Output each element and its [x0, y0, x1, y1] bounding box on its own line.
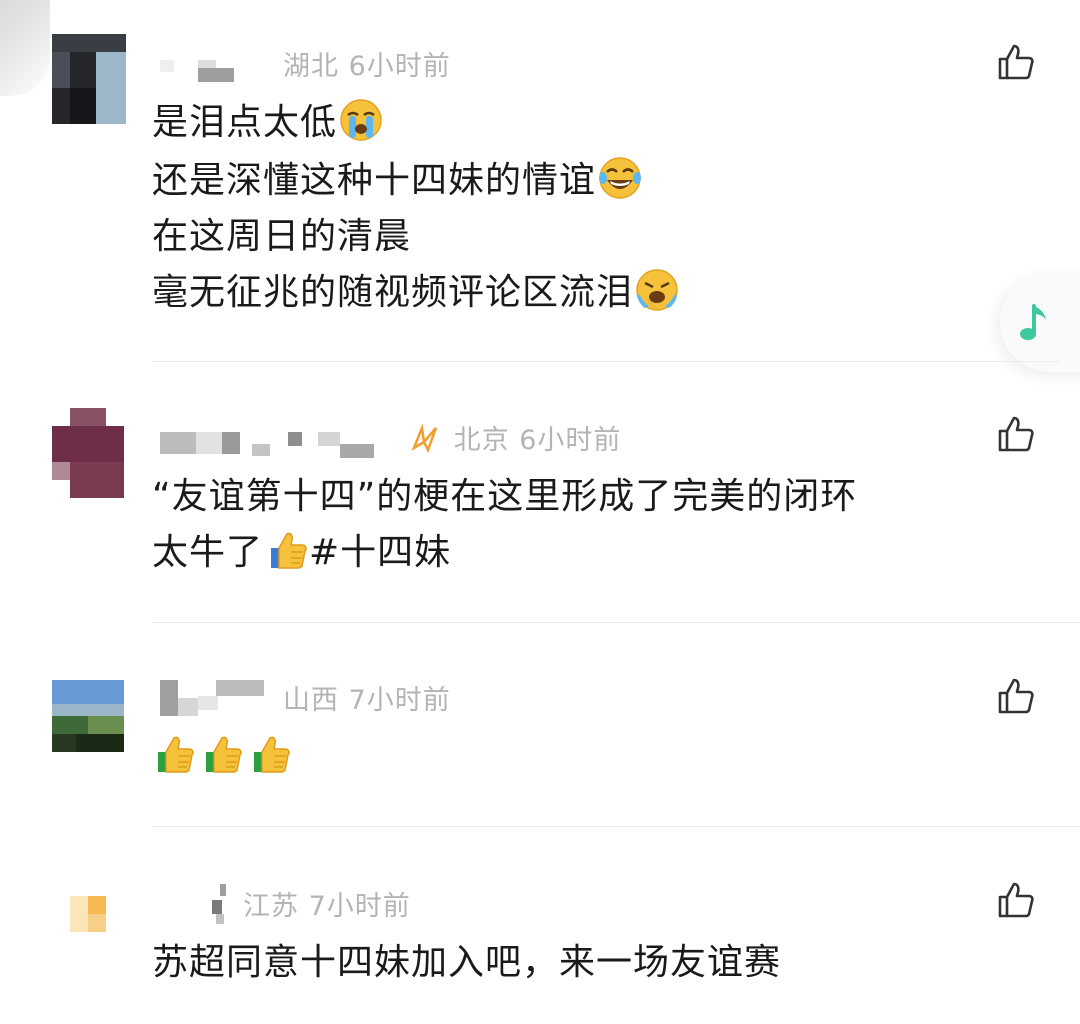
like-icon[interactable] — [996, 42, 1036, 82]
thumbs-up-emoji-icon — [206, 736, 242, 773]
comment-text-line: 毫无征兆的随视频评论区流泪 — [152, 268, 679, 318]
comment-text-line — [152, 732, 292, 782]
like-icon[interactable] — [996, 414, 1036, 454]
like-icon[interactable] — [996, 676, 1036, 716]
thumbs-up-emoji-icon — [271, 532, 307, 569]
avatar[interactable] — [52, 680, 124, 752]
timestamp: 6小时前 — [519, 425, 622, 456]
location: 北京 — [453, 425, 510, 456]
comment-item: 江苏 7小时前 苏超同意十四妹加入吧，来一场友谊赛 — [0, 826, 1080, 1024]
comment-text-line: 还是深懂这种十四妹的情谊 — [152, 156, 642, 206]
comment-item: 湖北 6小时前 是泪点太低 还是深懂这种十四妹的情谊 在这周日的清晨 毫无征兆的… — [0, 0, 1080, 362]
thumbs-up-emoji-icon — [254, 736, 290, 773]
location: 江苏 — [243, 891, 299, 922]
tears-of-joy-face-icon — [599, 157, 642, 199]
loudly-crying-face-icon — [636, 269, 678, 311]
comment-item: 山西 7小时前 — [0, 622, 1080, 826]
location: 湖北 — [283, 51, 339, 82]
username-blurred[interactable] — [160, 48, 240, 82]
username-blurred[interactable] — [200, 880, 236, 926]
comment-meta: 江苏 7小时前 — [243, 884, 411, 923]
comment-text-line: 苏超同意十四妹加入吧，来一场友谊赛 — [152, 942, 782, 983]
comment-text-line: “友谊第十四”的梗在这里形成了完美的闭环 — [152, 476, 858, 517]
crying-face-icon — [340, 99, 382, 141]
timestamp: 7小时前 — [348, 685, 451, 716]
comment-item: 北京 6小时前 “友谊第十四”的梗在这里形成了完美的闭环 太牛了 #十四妹 — [0, 362, 1080, 622]
location: 山西 — [283, 685, 339, 716]
thumbs-up-emoji-icon — [158, 736, 194, 773]
timestamp: 7小时前 — [308, 891, 411, 922]
comment-text-line: 在这周日的清晨 — [152, 216, 412, 257]
avatar[interactable] — [52, 408, 124, 498]
avatar[interactable] — [52, 888, 124, 940]
username-blurred[interactable] — [160, 680, 270, 716]
like-icon[interactable] — [996, 880, 1036, 920]
music-note-icon — [1020, 304, 1046, 340]
comment-meta: 山西 7小时前 — [283, 678, 451, 717]
comment-text-line: 太牛了 #十四妹 — [152, 528, 451, 578]
avatar[interactable] — [52, 34, 126, 124]
username-blurred[interactable] — [160, 424, 380, 458]
comment-meta: 北京 6小时前 — [410, 418, 621, 457]
comment-meta: 湖北 6小时前 — [283, 44, 451, 83]
comment-text-line: 是泪点太低 — [152, 98, 383, 148]
sparkle-badge-icon — [411, 423, 438, 454]
timestamp: 6小时前 — [348, 51, 451, 82]
